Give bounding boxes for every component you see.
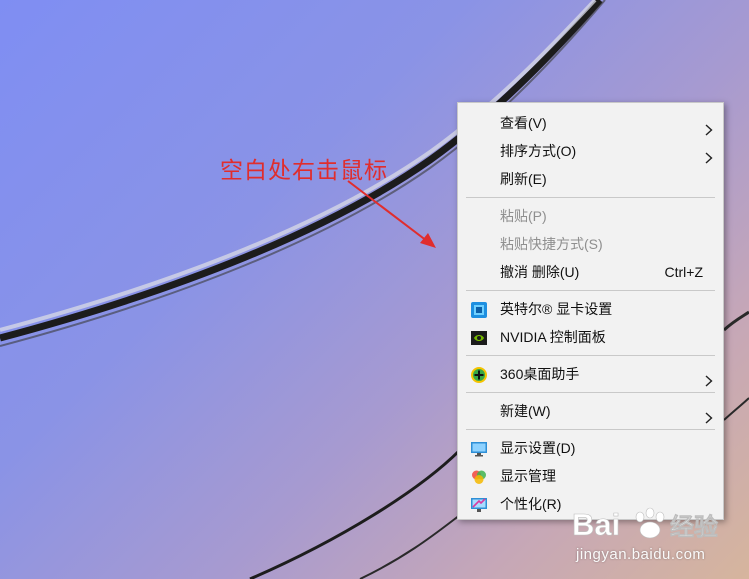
desktop-context-menu: 查看(V) 排序方式(O) 刷新(E) 粘贴(P) 粘贴快捷方式(S) 撤消 删除(U) C… bbox=[457, 102, 724, 520]
menu-item-label: 360桌面助手 bbox=[500, 366, 580, 382]
chevron-right-icon bbox=[705, 368, 713, 387]
personalize-icon bbox=[470, 495, 488, 513]
nvidia-icon bbox=[470, 328, 488, 346]
menu-item-label: 查看(V) bbox=[500, 115, 547, 131]
menu-item-label: 个性化(R) bbox=[500, 496, 562, 512]
display-settings-icon bbox=[470, 439, 488, 457]
menu-item-label: 英特尔® 显卡设置 bbox=[500, 301, 613, 317]
menu-separator bbox=[466, 290, 715, 291]
menu-item-2-1[interactable]: NVIDIA 控制面板 bbox=[458, 323, 723, 351]
menu-item-1-1: 粘贴快捷方式(S) bbox=[458, 230, 723, 258]
menu-separator bbox=[466, 392, 715, 393]
menu-item-label: 新建(W) bbox=[500, 403, 551, 419]
menu-item-label: 显示管理 bbox=[500, 468, 556, 484]
menu-item-5-0[interactable]: 显示设置(D) bbox=[458, 434, 723, 462]
menu-item-label: 刷新(E) bbox=[500, 171, 547, 187]
menu-separator bbox=[466, 355, 715, 356]
display-manager-icon bbox=[470, 467, 488, 485]
menu-item-4-0[interactable]: 新建(W) bbox=[458, 397, 723, 425]
menu-item-1-0: 粘贴(P) bbox=[458, 202, 723, 230]
menu-item-shortcut: Ctrl+Z bbox=[664, 264, 704, 280]
chevron-right-icon bbox=[705, 145, 713, 164]
menu-item-3-0[interactable]: 360桌面助手 bbox=[458, 360, 723, 388]
menu-item-label: 粘贴快捷方式(S) bbox=[500, 236, 603, 252]
desktop-background[interactable]: 空白处右击鼠标 查看(V) 排序方式(O) 刷新(E) 粘贴(P) 粘贴快捷方式(S) 撤… bbox=[0, 0, 749, 579]
menu-separator bbox=[466, 197, 715, 198]
menu-item-label: 排序方式(O) bbox=[500, 143, 577, 159]
menu-item-0-1[interactable]: 排序方式(O) bbox=[458, 137, 723, 165]
menu-item-0-2[interactable]: 刷新(E) bbox=[458, 165, 723, 193]
watermark-url: jingyan.baidu.com bbox=[576, 546, 706, 563]
menu-item-0-0[interactable]: 查看(V) bbox=[458, 109, 723, 137]
menu-item-label: 显示设置(D) bbox=[500, 440, 576, 456]
menu-item-label: 撤消 删除(U) bbox=[500, 264, 580, 280]
svg-text:Bai: Bai bbox=[572, 507, 620, 542]
chevron-right-icon bbox=[705, 117, 713, 136]
menu-item-5-1[interactable]: 显示管理 bbox=[458, 462, 723, 490]
menu-item-label: NVIDIA 控制面板 bbox=[500, 329, 606, 345]
360-desktop-icon bbox=[470, 365, 488, 383]
baidu-jingyan-watermark: Bai 经验 jingyan.baidu.com bbox=[568, 503, 738, 573]
chevron-right-icon bbox=[705, 405, 713, 424]
svg-text:经验: 经验 bbox=[670, 513, 718, 541]
menu-item-2-0[interactable]: 英特尔® 显卡设置 bbox=[458, 295, 723, 323]
menu-separator bbox=[466, 429, 715, 430]
intel-graphics-icon bbox=[470, 300, 488, 318]
menu-item-label: 粘贴(P) bbox=[500, 208, 547, 224]
baidu-logo: Bai 经验 bbox=[572, 507, 719, 543]
menu-item-1-2[interactable]: 撤消 删除(U) Ctrl+Z bbox=[458, 258, 723, 286]
